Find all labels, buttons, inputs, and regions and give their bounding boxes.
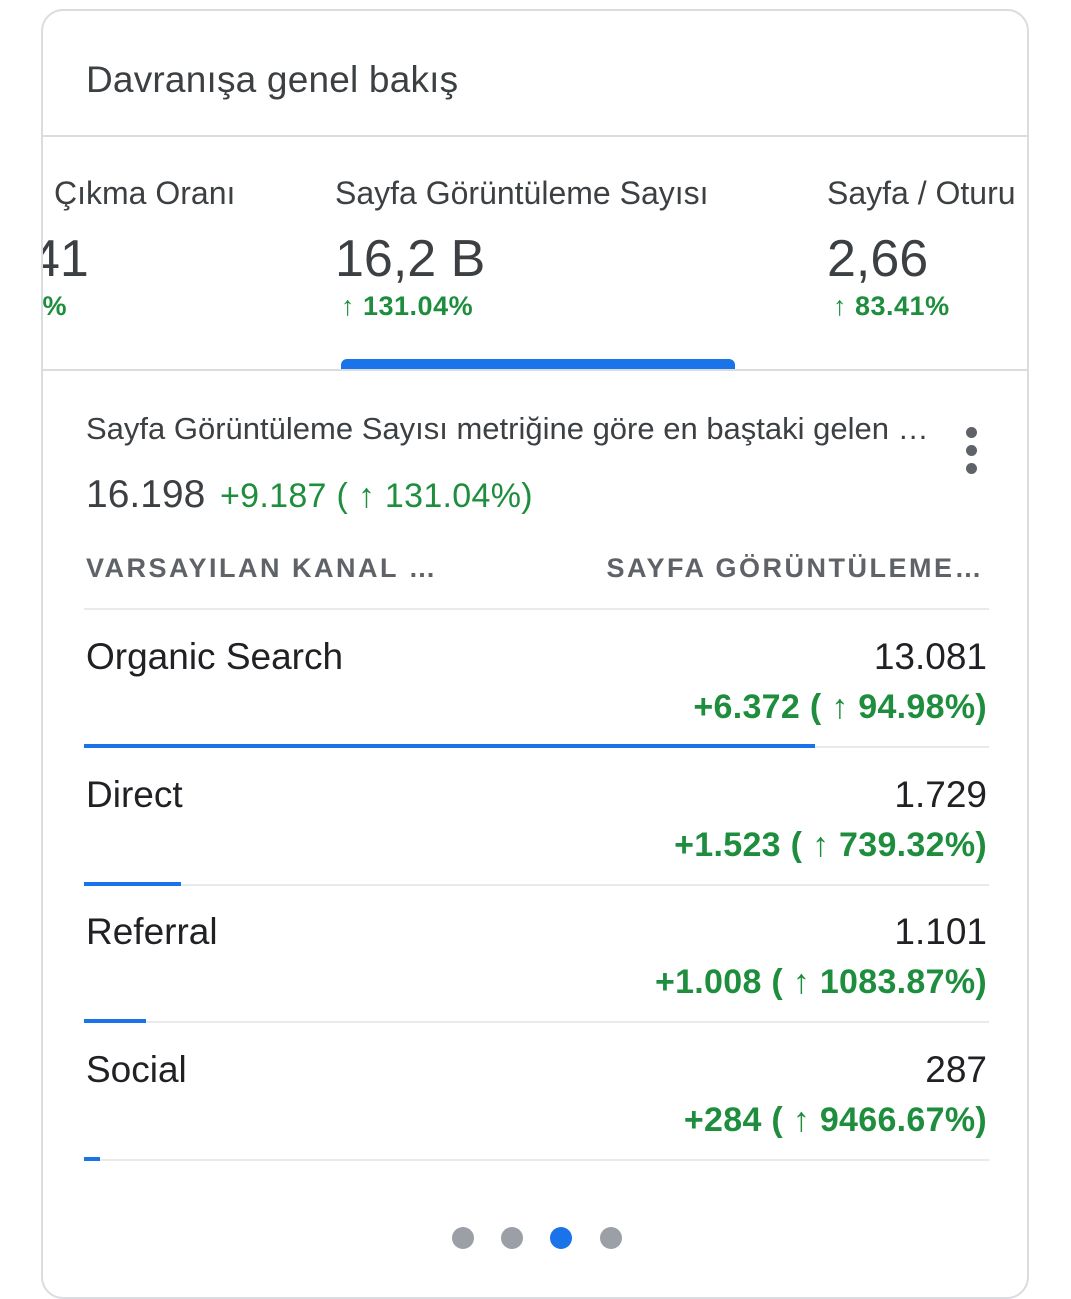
channel-name: Direct bbox=[86, 774, 183, 815]
tab-label: Sayfa Görüntüleme Sayısı bbox=[335, 175, 709, 211]
selected-tab-indicator bbox=[341, 359, 735, 369]
detail-subtitle: Sayfa Görüntüleme Sayısı metriğine göre … bbox=[86, 411, 929, 446]
channel-name: Social bbox=[86, 1049, 187, 1090]
tab-bounce-rate[interactable]: Çıkma Oranı 41 2% bbox=[43, 137, 283, 369]
tab-change: ↑ 131.04% bbox=[341, 291, 474, 321]
column-header-pageviews[interactable]: SAYFA GÖRÜNTÜLEME… bbox=[606, 553, 984, 584]
total-change: +9.187 ( ↑ 131.04%) bbox=[220, 477, 533, 515]
page-dot-3[interactable] bbox=[550, 1227, 572, 1249]
channel-name: Organic Search bbox=[86, 636, 344, 677]
total-value: 16.198 bbox=[86, 473, 206, 516]
tab-pages-per-session[interactable]: Sayfa / Oturu 2,66 ↑ 83.41% bbox=[827, 137, 1027, 369]
tab-value: 16,2 B bbox=[335, 230, 486, 288]
page-dot-4[interactable] bbox=[600, 1227, 622, 1249]
tab-change: ↑ 83.41% bbox=[833, 291, 950, 321]
share-bar bbox=[84, 1157, 101, 1161]
row-divider bbox=[84, 1159, 989, 1161]
channel-value: 13.081 bbox=[873, 636, 987, 677]
channel-change: +6.372 ( ↑ 94.98%) bbox=[693, 688, 987, 726]
channel-value: 287 bbox=[925, 1049, 987, 1090]
divider bbox=[43, 369, 1027, 371]
table-row[interactable]: Organic Search 13.081 +6.372 ( ↑ 94.98%) bbox=[84, 610, 989, 748]
channel-change: +1.008 ( ↑ 1083.87%) bbox=[654, 963, 987, 1001]
tab-value: 2,66 bbox=[827, 230, 929, 288]
behavior-overview-card: Davranışa genel bakış Çıkma Oranı 41 2% … bbox=[41, 9, 1029, 1299]
column-header-channel[interactable]: VARSAYILAN KANAL … bbox=[86, 553, 438, 584]
tab-value: 41 bbox=[43, 230, 89, 288]
table-row[interactable]: Referral 1.101 +1.008 ( ↑ 1083.87%) bbox=[84, 885, 989, 1023]
more-options-icon[interactable] bbox=[957, 425, 987, 477]
channel-value: 1.729 bbox=[894, 774, 987, 815]
card-title: Davranışa genel bakış bbox=[86, 59, 459, 100]
page-dot-1[interactable] bbox=[452, 1227, 474, 1249]
channel-change: +1.523 ( ↑ 739.32%) bbox=[674, 826, 987, 864]
channel-name: Referral bbox=[86, 911, 218, 952]
page-dot-2[interactable] bbox=[501, 1227, 523, 1249]
tab-change: 2% bbox=[43, 291, 68, 321]
tab-label: Çıkma Oranı bbox=[54, 175, 236, 211]
table-row[interactable]: Social 287 +284 ( ↑ 9466.67%) bbox=[84, 1023, 989, 1161]
tab-pageviews[interactable]: Sayfa Görüntüleme Sayısı 16,2 B ↑ 131.04… bbox=[335, 137, 755, 369]
channel-change: +284 ( ↑ 9466.67%) bbox=[683, 1101, 987, 1139]
channel-value: 1.101 bbox=[894, 911, 987, 952]
table-row[interactable]: Direct 1.729 +1.523 ( ↑ 739.32%) bbox=[84, 748, 989, 886]
tab-label: Sayfa / Oturu bbox=[827, 175, 1016, 211]
metric-tabs: Çıkma Oranı 41 2% Sayfa Görüntüleme Sayı… bbox=[43, 137, 1027, 369]
